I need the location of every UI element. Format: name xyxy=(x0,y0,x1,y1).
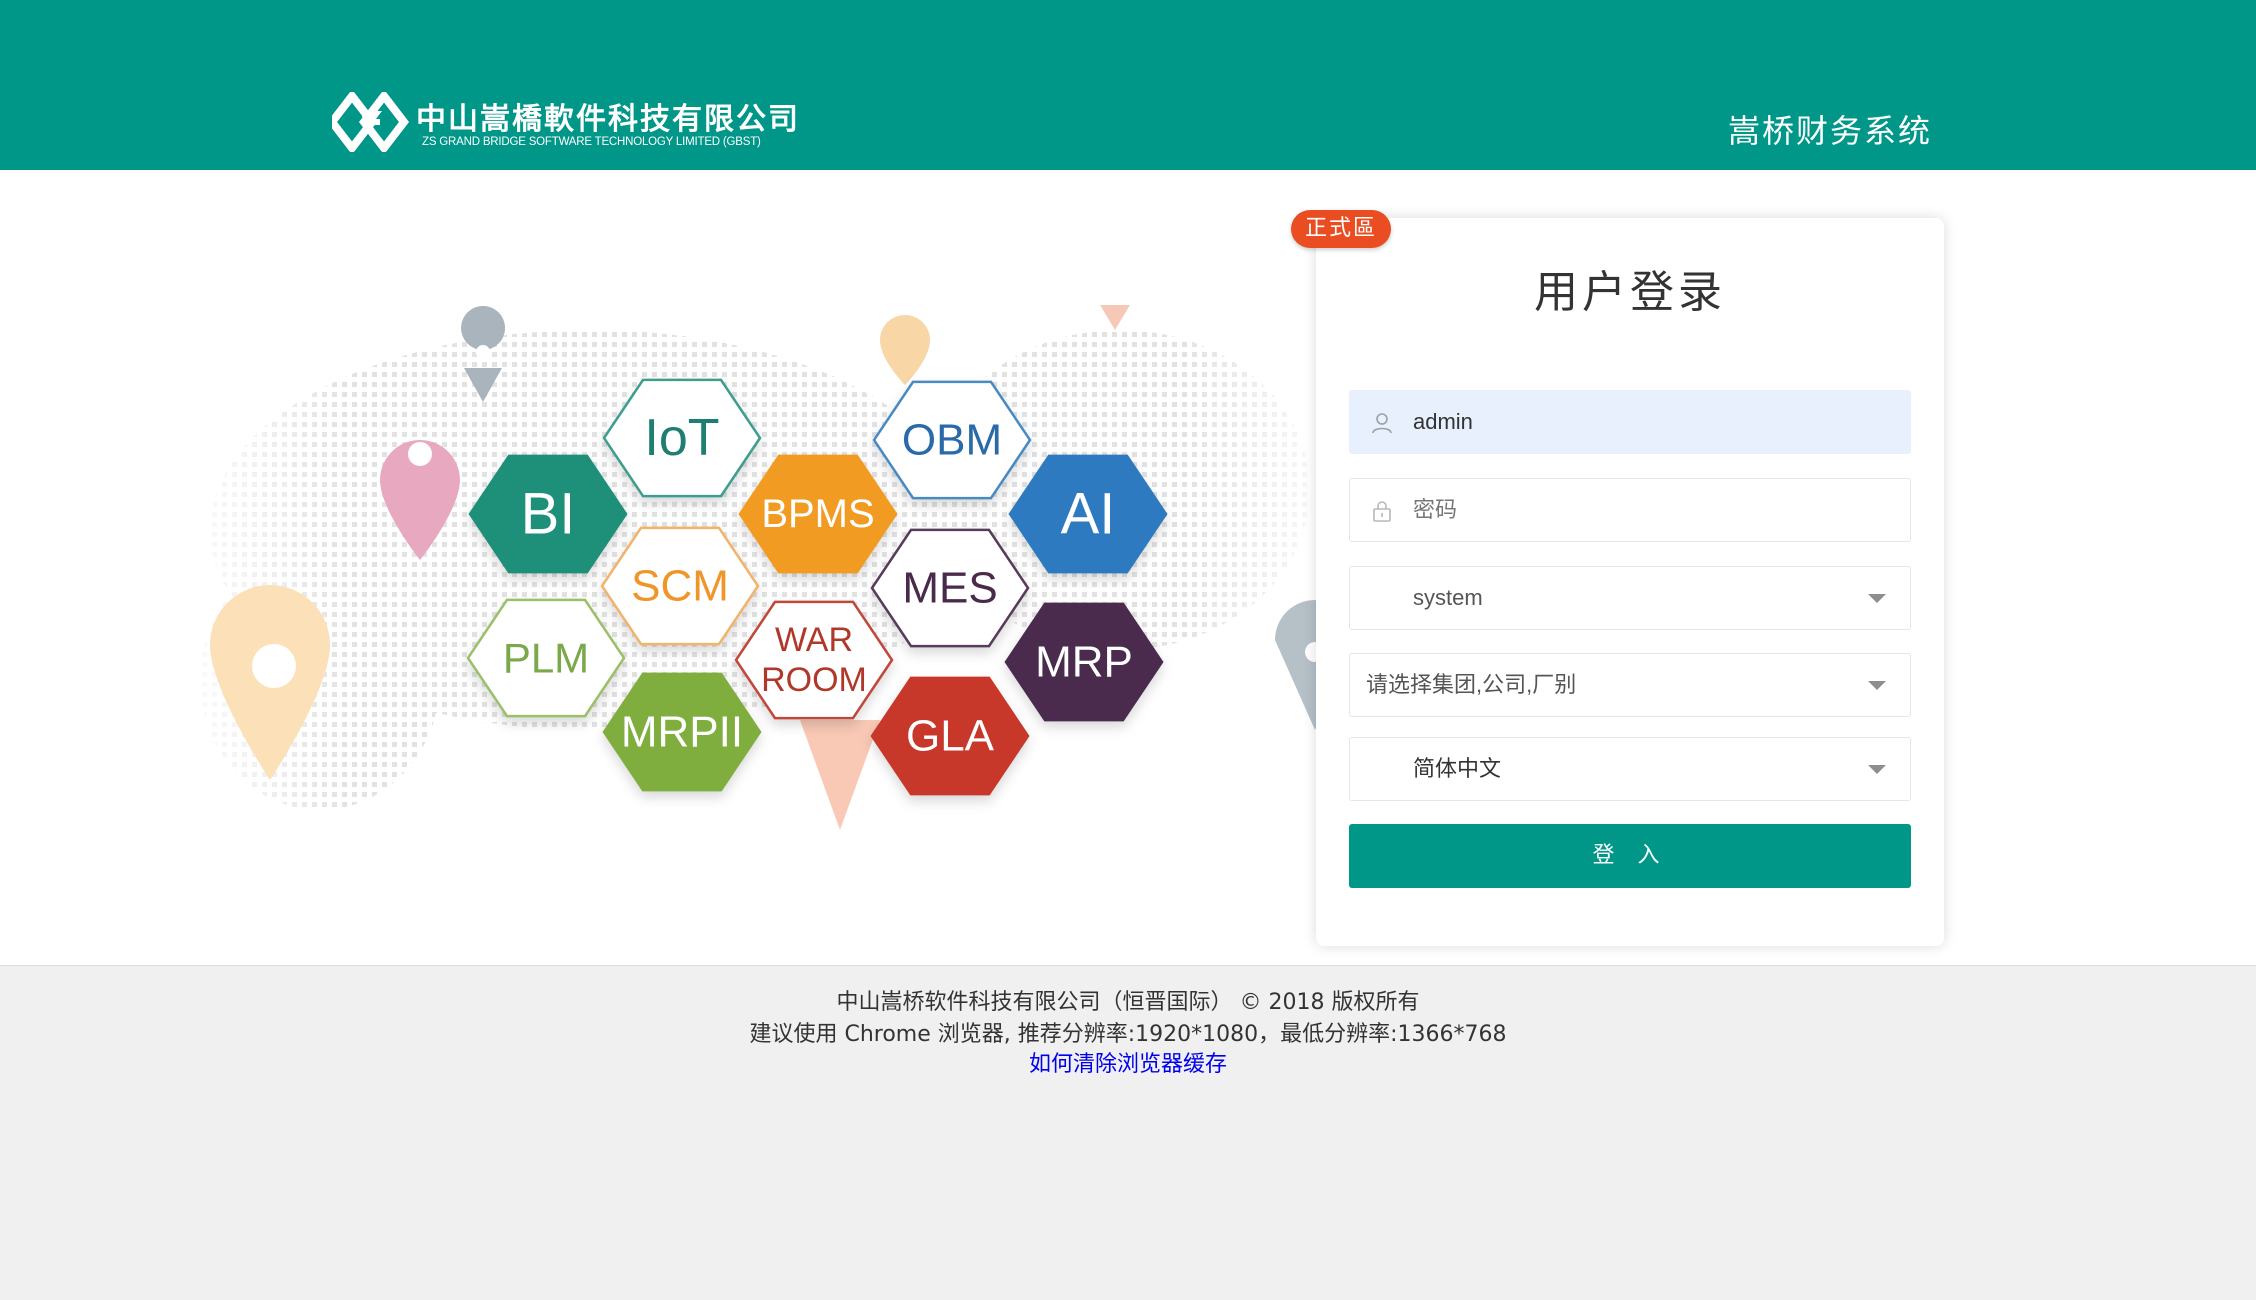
clear-cache-link[interactable]: 如何清除浏览器缓存 xyxy=(1029,1052,1227,1077)
username-input[interactable]: admin xyxy=(1349,390,1911,454)
divider xyxy=(0,965,2256,966)
footer-browser-note: 建议使用 Chrome 浏览器, 推荐分辨率:1920*1080，最低分辨率:1… xyxy=(749,1022,1507,1047)
org-select[interactable]: 请选择集团,公司,厂别 xyxy=(1349,653,1911,717)
chevron-down-icon xyxy=(1868,681,1886,690)
language-select-value: 简体中文 xyxy=(1413,756,1502,781)
hexagon-label: PLM xyxy=(503,635,589,682)
system-select-value: system xyxy=(1413,585,1483,610)
hexagon-label: GLA xyxy=(906,712,995,761)
language-select[interactable]: 简体中文 xyxy=(1349,737,1911,801)
company-name-cn: 中山嵩橋軟件科技有限公司 xyxy=(416,102,800,137)
hexagon-label: BI xyxy=(521,482,576,547)
chevron-down-icon xyxy=(1868,594,1886,603)
user-icon xyxy=(1372,413,1392,434)
hexagon-label: AI xyxy=(1061,482,1116,547)
hexagon-label: ROOM xyxy=(761,661,867,699)
hexagon-label: SCM xyxy=(631,562,729,611)
company-name-en: ZS GRAND BRIDGE SOFTWARE TECHNOLOGY LIMI… xyxy=(422,136,761,148)
hexagon-label: MES xyxy=(902,564,997,613)
top-header: 中山嵩橋軟件科技有限公司 ZS GRAND BRIDGE SOFTWARE TE… xyxy=(0,0,2256,170)
hexagon-label: OBM xyxy=(902,416,1002,465)
username-value: admin xyxy=(1413,409,1473,434)
hexagon-label: WAR xyxy=(775,621,853,659)
footer-link-container: 如何清除浏览器缓存 xyxy=(0,1046,2256,1078)
world-map-dots xyxy=(170,300,1360,870)
password-input[interactable]: 密码 xyxy=(1349,478,1911,542)
chevron-down-icon xyxy=(1868,765,1886,774)
environment-badge: 正式區 xyxy=(1291,210,1391,248)
org-select-placeholder: 请选择集团,公司,厂别 xyxy=(1366,672,1577,697)
hexagon-illustration: IoT OBM BI BPMS AI SCM MES PLM WARROOM MRP MRPII GL… xyxy=(170,300,1360,870)
system-select[interactable]: system xyxy=(1349,566,1911,630)
banner-illustration: IoT OBM BI BPMS AI SCM MES PLM WAR ROOM MRP MRPII GL… xyxy=(170,300,1360,870)
hexagon-label: BPMS xyxy=(761,492,874,536)
logo-mark-icon xyxy=(332,92,410,152)
hexagon-label: IoT xyxy=(644,409,719,467)
login-card: 用户登录 admin 密码 system 请选择集团,公司,厂别 简体中文 登 … xyxy=(1316,218,1944,946)
login-button[interactable]: 登 入 xyxy=(1349,824,1911,888)
hexagon-label: MRP xyxy=(1035,638,1133,687)
system-title: 嵩桥财务系统 xyxy=(1728,112,1933,150)
login-title: 用户登录 xyxy=(1534,267,1726,318)
lock-icon xyxy=(1373,501,1391,522)
hexagon-label: MRPII xyxy=(621,708,743,757)
footer-copyright: 中山嵩桥软件科技有限公司（恒晋国际） © 2018 版权所有 xyxy=(836,990,1420,1015)
password-placeholder: 密码 xyxy=(1413,497,1458,522)
company-logo: 中山嵩橋軟件科技有限公司 ZS GRAND BRIDGE SOFTWARE TE… xyxy=(332,88,802,158)
